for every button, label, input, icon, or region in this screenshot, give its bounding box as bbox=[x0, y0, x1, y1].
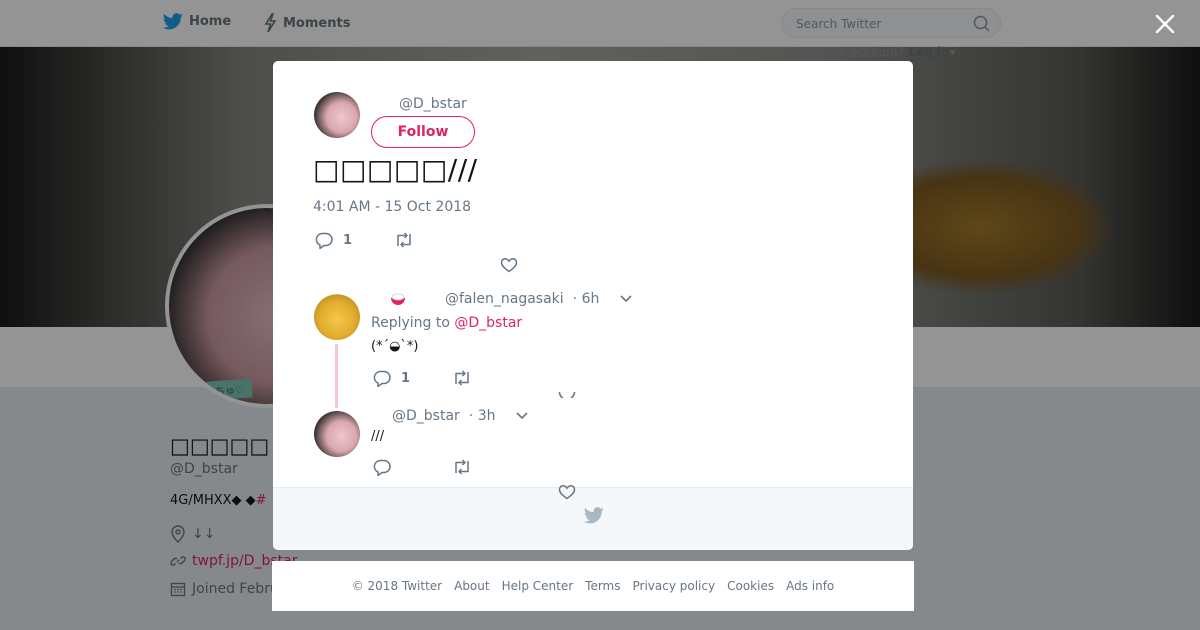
footer-link-about[interactable]: About bbox=[454, 579, 489, 593]
author-handle[interactable]: @D_bstar bbox=[399, 96, 467, 112]
footer-link-help-center[interactable]: Help Center bbox=[502, 579, 574, 593]
reply-avatar[interactable] bbox=[314, 411, 360, 457]
chevron-down-icon[interactable] bbox=[619, 294, 633, 304]
reply-action[interactable] bbox=[373, 459, 391, 476]
like-action[interactable] bbox=[558, 484, 576, 500]
reply-count: 1 bbox=[343, 233, 353, 248]
footer-link-privacy[interactable]: Privacy policy bbox=[633, 579, 716, 593]
tweet-text: □□□□□/// bbox=[313, 153, 478, 186]
follow-button[interactable]: Follow bbox=[371, 116, 475, 148]
reply-count: 1 bbox=[401, 371, 411, 386]
retweet-icon bbox=[397, 232, 411, 248]
footer-link-terms[interactable]: Terms bbox=[585, 579, 620, 593]
footer-link-cookies[interactable]: Cookies bbox=[727, 579, 774, 593]
reply-time[interactable]: · 3h bbox=[469, 408, 496, 424]
reply-icon bbox=[373, 370, 391, 387]
retweet-icon bbox=[455, 459, 469, 475]
twitter-bird-icon bbox=[584, 507, 604, 524]
reply-action[interactable]: 1 bbox=[315, 232, 352, 249]
reply-header: @falen_nagasaki · 6h bbox=[389, 291, 633, 307]
reply-handle[interactable]: @D_bstar bbox=[392, 408, 460, 424]
reply-avatar[interactable] bbox=[314, 294, 360, 340]
like-action[interactable] bbox=[500, 257, 528, 273]
retweet-action[interactable] bbox=[394, 232, 424, 248]
footer-link-ads-info[interactable]: Ads info bbox=[786, 579, 834, 593]
reply-text: /// bbox=[371, 429, 385, 444]
bowl-emoji-icon bbox=[391, 293, 405, 305]
close-icon[interactable] bbox=[1152, 11, 1178, 37]
like-action[interactable] bbox=[558, 392, 576, 398]
tweet-modal: @D_bstar Follow □□□□□/// 4:01 AM - 15 Oc… bbox=[273, 61, 913, 550]
reply-icon bbox=[373, 459, 391, 476]
replying-prefix: Replying to bbox=[371, 315, 450, 331]
reply-action[interactable]: 1 bbox=[373, 370, 410, 387]
retweet-action[interactable] bbox=[452, 459, 472, 475]
replying-to-handle[interactable]: @D_bstar bbox=[454, 315, 522, 331]
tweet-timestamp[interactable]: 4:01 AM - 15 Oct 2018 bbox=[313, 199, 471, 215]
footer-copyright: © 2018 Twitter bbox=[351, 579, 443, 593]
heart-icon bbox=[558, 485, 576, 500]
heart-icon bbox=[558, 392, 576, 398]
replying-to: Replying to @D_bstar bbox=[371, 315, 522, 331]
reply-text: (*´◒`*) bbox=[371, 339, 419, 354]
reply-handle[interactable]: @falen_nagasaki bbox=[445, 291, 564, 307]
reply-header: @D_bstar · 3h bbox=[392, 408, 529, 424]
retweet-icon bbox=[455, 370, 469, 386]
chevron-down-icon[interactable] bbox=[515, 411, 529, 421]
heart-icon bbox=[500, 258, 518, 273]
reply-time[interactable]: · 6h bbox=[573, 291, 600, 307]
retweet-action[interactable] bbox=[452, 370, 472, 386]
reply-icon bbox=[315, 232, 333, 249]
page-footer: © 2018 Twitter About Help Center Terms P… bbox=[272, 561, 914, 611]
modal-footer bbox=[273, 484, 913, 550]
author-avatar[interactable] bbox=[314, 92, 360, 138]
thread-connector bbox=[335, 344, 338, 408]
